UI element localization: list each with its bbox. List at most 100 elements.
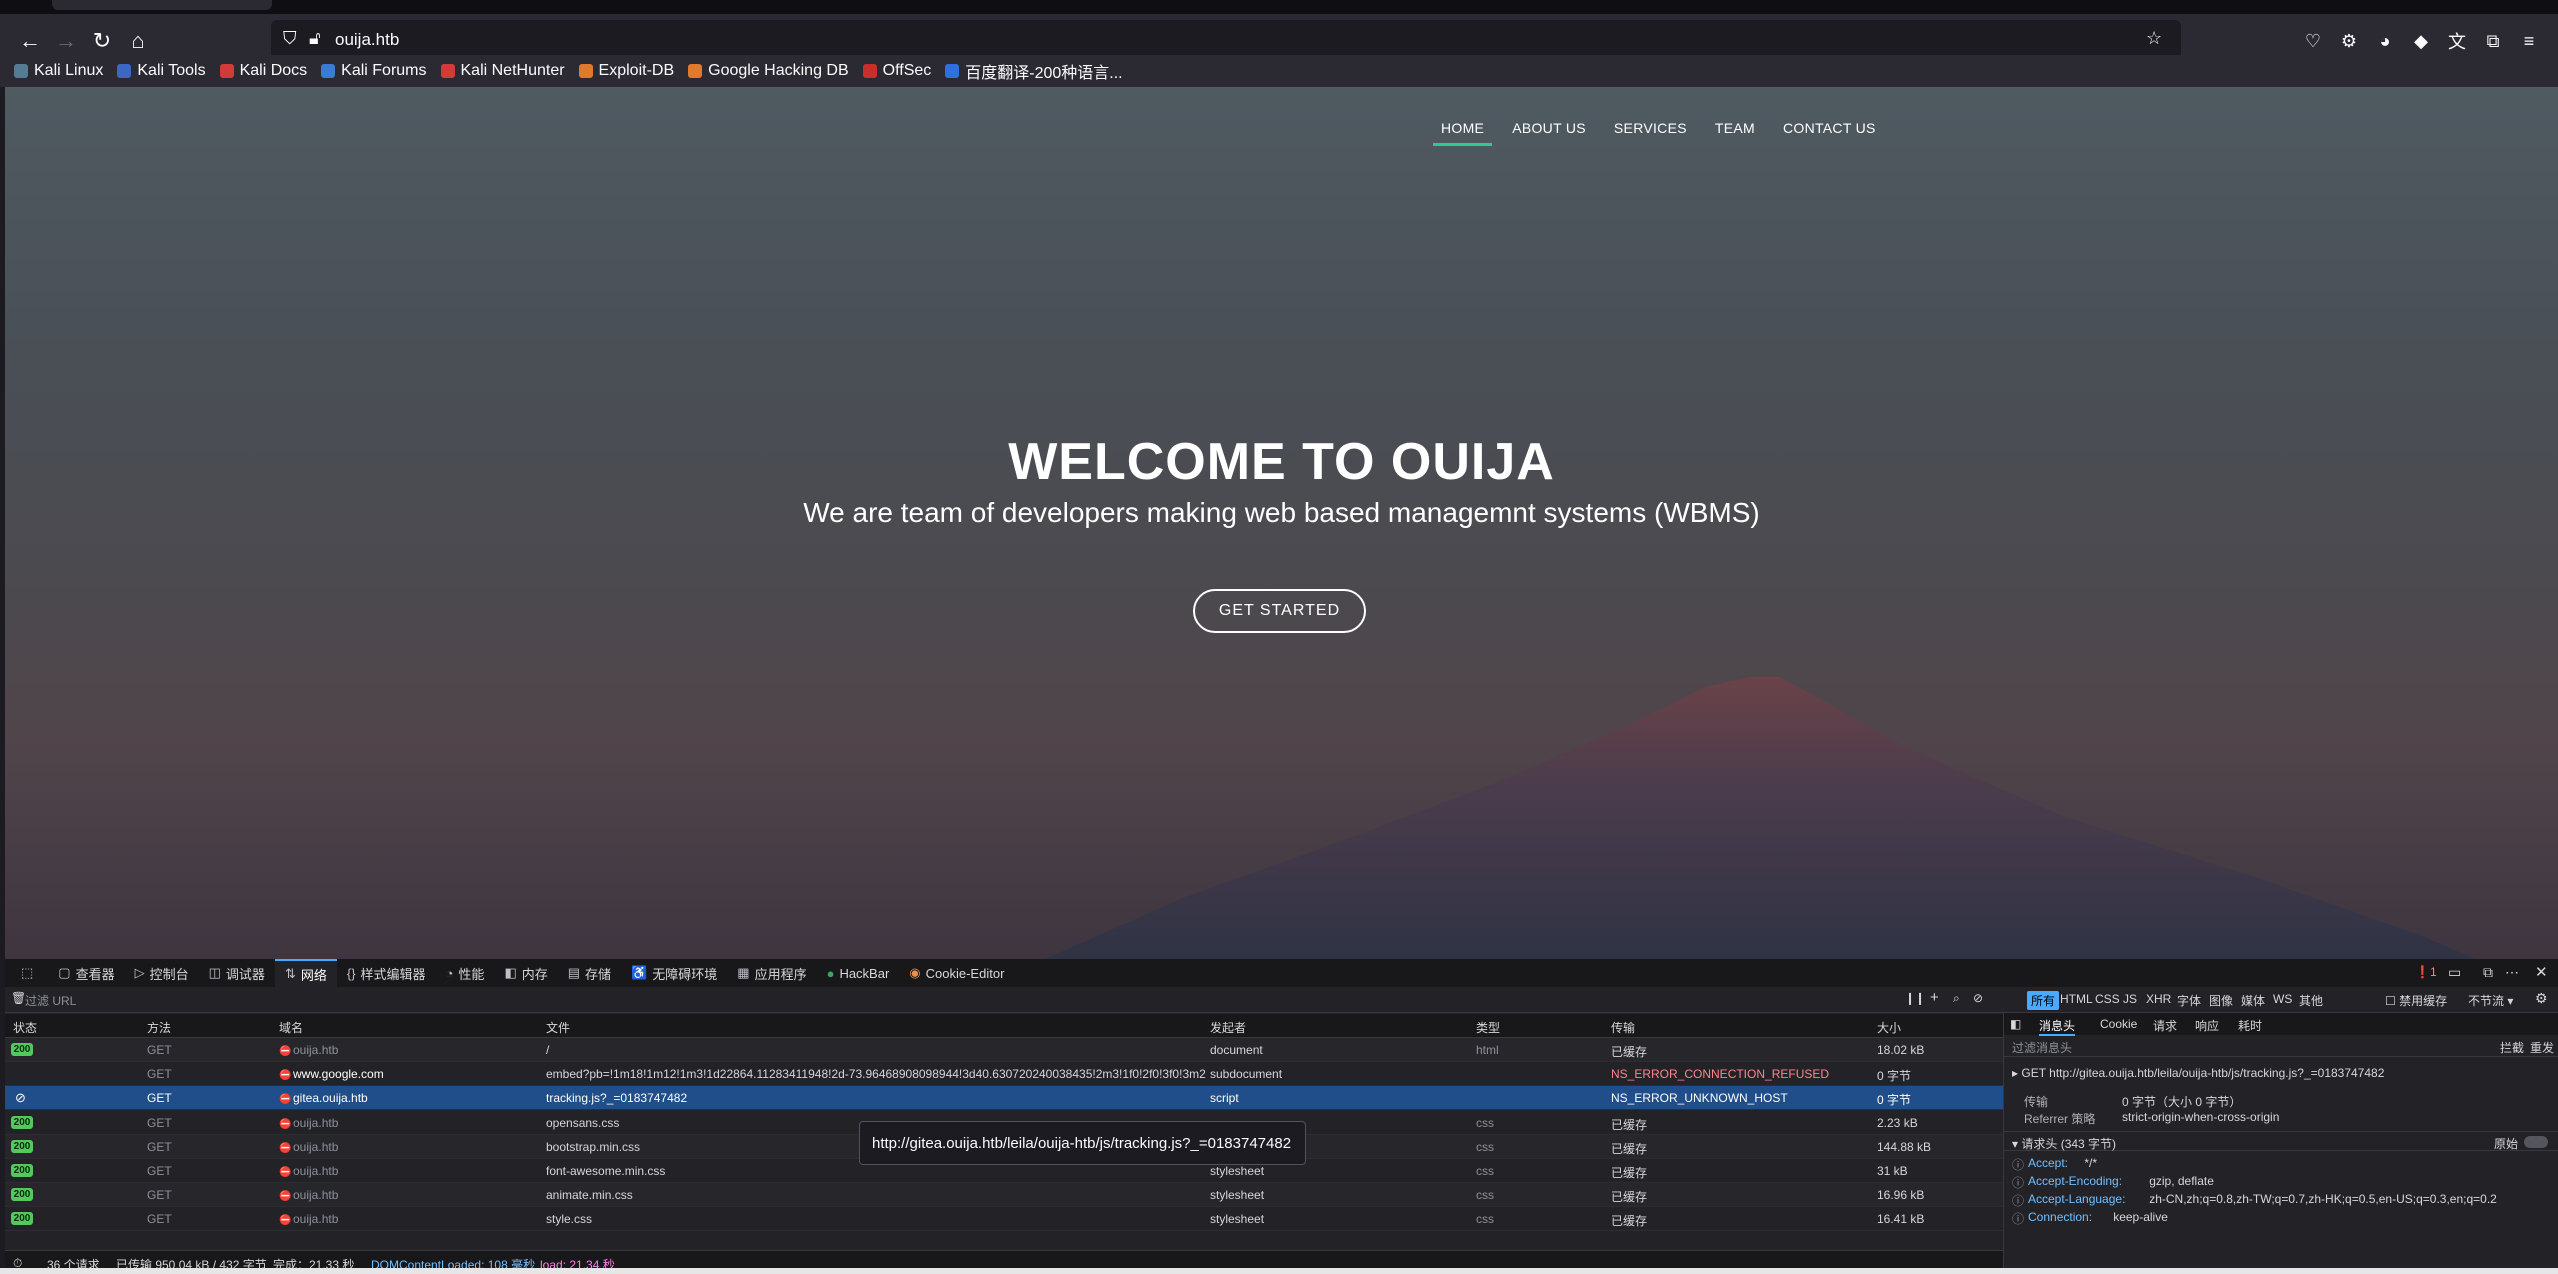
tab-memory[interactable]: ◧ 内存	[494, 959, 557, 987]
tab-console[interactable]: ▷ 控制台	[125, 959, 199, 987]
bookmark-baidu-translate[interactable]: 百度翻译-200种语言...	[945, 59, 1123, 83]
help-icon[interactable]: ⓘ	[2012, 1174, 2024, 1191]
filter-ws[interactable]: WS	[2269, 991, 2296, 1007]
menu-icon[interactable]: ≡	[2514, 26, 2544, 56]
clear-icon[interactable]: 🗑︎	[11, 991, 26, 1005]
site-nav-about[interactable]: ABOUT US	[1512, 120, 1586, 146]
bookmark-star-icon[interactable]: ☆	[2146, 28, 2162, 49]
active-tab[interactable]	[52, 0, 272, 10]
bookmark-offsec[interactable]: OffSec	[862, 62, 931, 80]
table-row[interactable]: ⊘ GET ⛔ gitea.ouija.htb tracking.js?_=018374…	[5, 1086, 2003, 1111]
request-line[interactable]: ▸ GET http://gitea.ouija.htb/leila/ouija…	[2012, 1066, 2384, 1080]
url-text[interactable]: ouija.htb	[335, 30, 399, 50]
get-started-button[interactable]: GET STARTED	[1193, 589, 1366, 633]
translate-icon[interactable]: 文	[2442, 26, 2472, 56]
dock-icon[interactable]: ⧉	[2483, 964, 2493, 981]
filter-images[interactable]: 图像	[2205, 991, 2237, 1010]
tab-request[interactable]: 请求	[2153, 1017, 2177, 1034]
filter-js[interactable]: JS	[2119, 991, 2141, 1007]
filter-other[interactable]: 其他	[2295, 991, 2327, 1010]
settings-gear-icon[interactable]: ⚙	[2535, 990, 2548, 1007]
bookmark-kali-tools[interactable]: Kali Tools	[117, 62, 206, 80]
tab-debugger[interactable]: ◫ 调试器	[199, 959, 275, 987]
block-icon[interactable]: ⊘	[1973, 991, 1983, 1005]
filter-url-input[interactable]: 过滤 URL	[25, 992, 76, 1009]
bookmark-kali-docs[interactable]: Kali Docs	[219, 62, 307, 80]
extension-icon[interactable]: ⚙	[2334, 26, 2364, 56]
tab-headers[interactable]: 消息头	[2039, 1017, 2076, 1036]
site-nav-contact[interactable]: CONTACT US	[1783, 120, 1876, 146]
toggle-sidebar-icon[interactable]: ◧	[2010, 1017, 2021, 1031]
col-domain[interactable]: 域名	[279, 1019, 303, 1036]
site-nav-services[interactable]: SERVICES	[1614, 120, 1687, 146]
extensions-icon[interactable]: ⧉	[2478, 26, 2508, 56]
tab-performance[interactable]: ◔ 性能	[436, 959, 495, 987]
bookmark-exploit-db[interactable]: Exploit-DB	[578, 62, 674, 80]
network-icon: ⇅	[284, 966, 296, 981]
close-devtools-icon[interactable]: ✕	[2535, 963, 2548, 981]
filter-headers-input[interactable]: 过滤消息头	[2012, 1039, 2072, 1056]
search-icon[interactable]: ⌕	[1953, 991, 1960, 1006]
col-status[interactable]: 状态	[13, 1019, 37, 1036]
block-button[interactable]: 拦截	[2500, 1039, 2524, 1056]
tab-cookie-editor[interactable]: ◉ Cookie-Editor	[899, 959, 1014, 987]
insecure-icon: ⛔	[279, 1215, 292, 1227]
hackbar-extension-icon[interactable]: ◆	[2406, 26, 2436, 56]
tab-accessibility[interactable]: ♿ 无障碍环境	[621, 959, 727, 987]
responsive-icon[interactable]: ▭	[2448, 964, 2461, 981]
col-size[interactable]: 大小	[1877, 1019, 1901, 1036]
col-file[interactable]: 文件	[546, 1019, 570, 1036]
more-options-icon[interactable]: ⋯	[2505, 964, 2519, 981]
table-row[interactable]: GET ⛔ www.google.com embed?pb=!1m18!1m12!1m…	[5, 1062, 2003, 1087]
tab-hackbar[interactable]: ● HackBar	[817, 959, 900, 987]
col-initiator[interactable]: 发起者	[1210, 1019, 1246, 1036]
tab-storage[interactable]: ▤ 存储	[558, 959, 621, 987]
home-icon[interactable]: ⌂	[120, 23, 156, 59]
pick-element-icon[interactable]: ⬚	[11, 959, 48, 987]
cookie-extension-icon[interactable]: ◕	[2370, 26, 2400, 56]
pause-icon[interactable]: ❙❙	[1905, 991, 1925, 1005]
add-icon[interactable]: +	[1930, 989, 1939, 1006]
filter-media[interactable]: 媒体	[2237, 991, 2269, 1010]
disable-cache-checkbox[interactable]: ☐ 禁用缓存	[2385, 992, 2447, 1009]
tab-network[interactable]: ⇅ 网络	[274, 959, 337, 987]
site-nav-home[interactable]: HOME	[1432, 120, 1493, 146]
col-transferred[interactable]: 传输	[1611, 1019, 1635, 1036]
throttle-select[interactable]: 不节流 ▾	[2468, 992, 2513, 1009]
tab-style-editor[interactable]: {} 样式编辑器	[337, 959, 436, 987]
filter-xhr[interactable]: XHR	[2142, 991, 2175, 1007]
tab-inspector[interactable]: ▢ 查看器	[48, 959, 124, 987]
tab-response[interactable]: 响应	[2195, 1017, 2219, 1034]
filter-fonts[interactable]: 字体	[2173, 991, 2205, 1010]
help-icon[interactable]: ⓘ	[2012, 1192, 2024, 1209]
tab-cookies[interactable]: Cookie	[2100, 1017, 2137, 1031]
bookmark-kali-forums[interactable]: Kali Forums	[321, 62, 427, 80]
bookmark-kali-nethunter[interactable]: Kali NetHunter	[440, 62, 565, 80]
resend-button[interactable]: 重发	[2530, 1039, 2554, 1056]
raw-toggle-switch[interactable]	[2524, 1136, 2548, 1148]
table-row[interactable]: 200 GET ⛔ ouija.htb style.css stylesheet css 已缓…	[5, 1207, 2003, 1232]
tab-timings[interactable]: 耗时	[2238, 1017, 2262, 1034]
filter-all[interactable]: 所有	[2027, 991, 2060, 1010]
request-headers-section[interactable]: ▾ 请求头 (343 字节) 原始	[2004, 1131, 2558, 1151]
bookmark-google-hacking-db[interactable]: Google Hacking DB	[688, 62, 849, 80]
help-icon[interactable]: ⓘ	[2012, 1156, 2024, 1173]
back-icon[interactable]: ←	[12, 23, 48, 59]
bookmark-kali-linux[interactable]: Kali Linux	[14, 62, 103, 80]
cell-method: GET	[147, 1212, 172, 1227]
help-icon[interactable]: ⓘ	[2012, 1210, 2024, 1227]
tab-application[interactable]: ▦ 应用程序	[727, 959, 816, 987]
col-type[interactable]: 类型	[1476, 1019, 1500, 1036]
reload-icon[interactable]: ↻	[84, 23, 120, 59]
forward-icon[interactable]: →	[48, 23, 84, 59]
pocket-icon[interactable]: ♡	[2298, 26, 2328, 56]
table-row[interactable]: 200 GET ⛔ ouija.htb / document html 已缓存 18.02 kB	[5, 1038, 2003, 1062]
table-row[interactable]: 200 GET ⛔ ouija.htb animate.min.css styleshee…	[5, 1183, 2003, 1208]
site-nav-team[interactable]: TEAM	[1715, 120, 1755, 146]
error-count-badge[interactable]: ❗1	[2415, 965, 2437, 979]
col-method[interactable]: 方法	[147, 1019, 171, 1036]
domain-text: ouija.htb	[293, 1164, 339, 1178]
page-info-icon[interactable]: 🔓︎	[309, 28, 321, 49]
shield-icon[interactable]: ⛉	[283, 28, 297, 49]
raw-toggle[interactable]: 原始	[2494, 1135, 2518, 1152]
